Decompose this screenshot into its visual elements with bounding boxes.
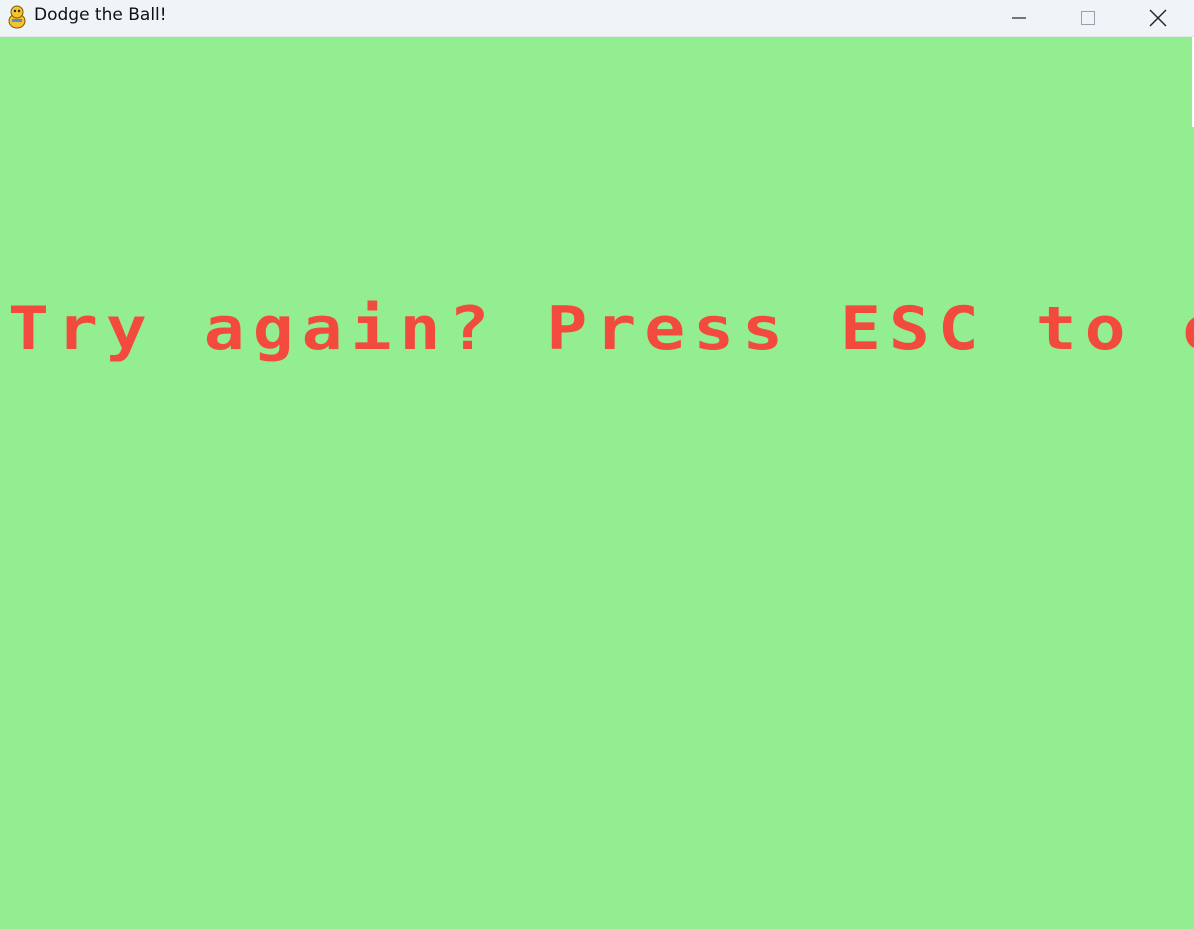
minimize-button[interactable] xyxy=(985,0,1053,36)
minimize-icon xyxy=(1011,10,1027,26)
maximize-icon xyxy=(1080,10,1096,26)
close-icon xyxy=(1149,9,1167,27)
close-button[interactable] xyxy=(1124,0,1192,36)
game-over-message: Try again? Press ESC to exit or wait xyxy=(8,294,1194,365)
maximize-button[interactable] xyxy=(1054,0,1122,36)
game-canvas[interactable]: Try again? Press ESC to exit or wait xyxy=(0,37,1194,929)
pygame-snake-icon xyxy=(6,5,28,29)
game-window: Dodge the Ball! Try again? Press ESC to … xyxy=(0,0,1194,929)
title-bar[interactable]: Dodge the Ball! xyxy=(0,0,1194,37)
window-title: Dodge the Ball! xyxy=(34,5,167,25)
